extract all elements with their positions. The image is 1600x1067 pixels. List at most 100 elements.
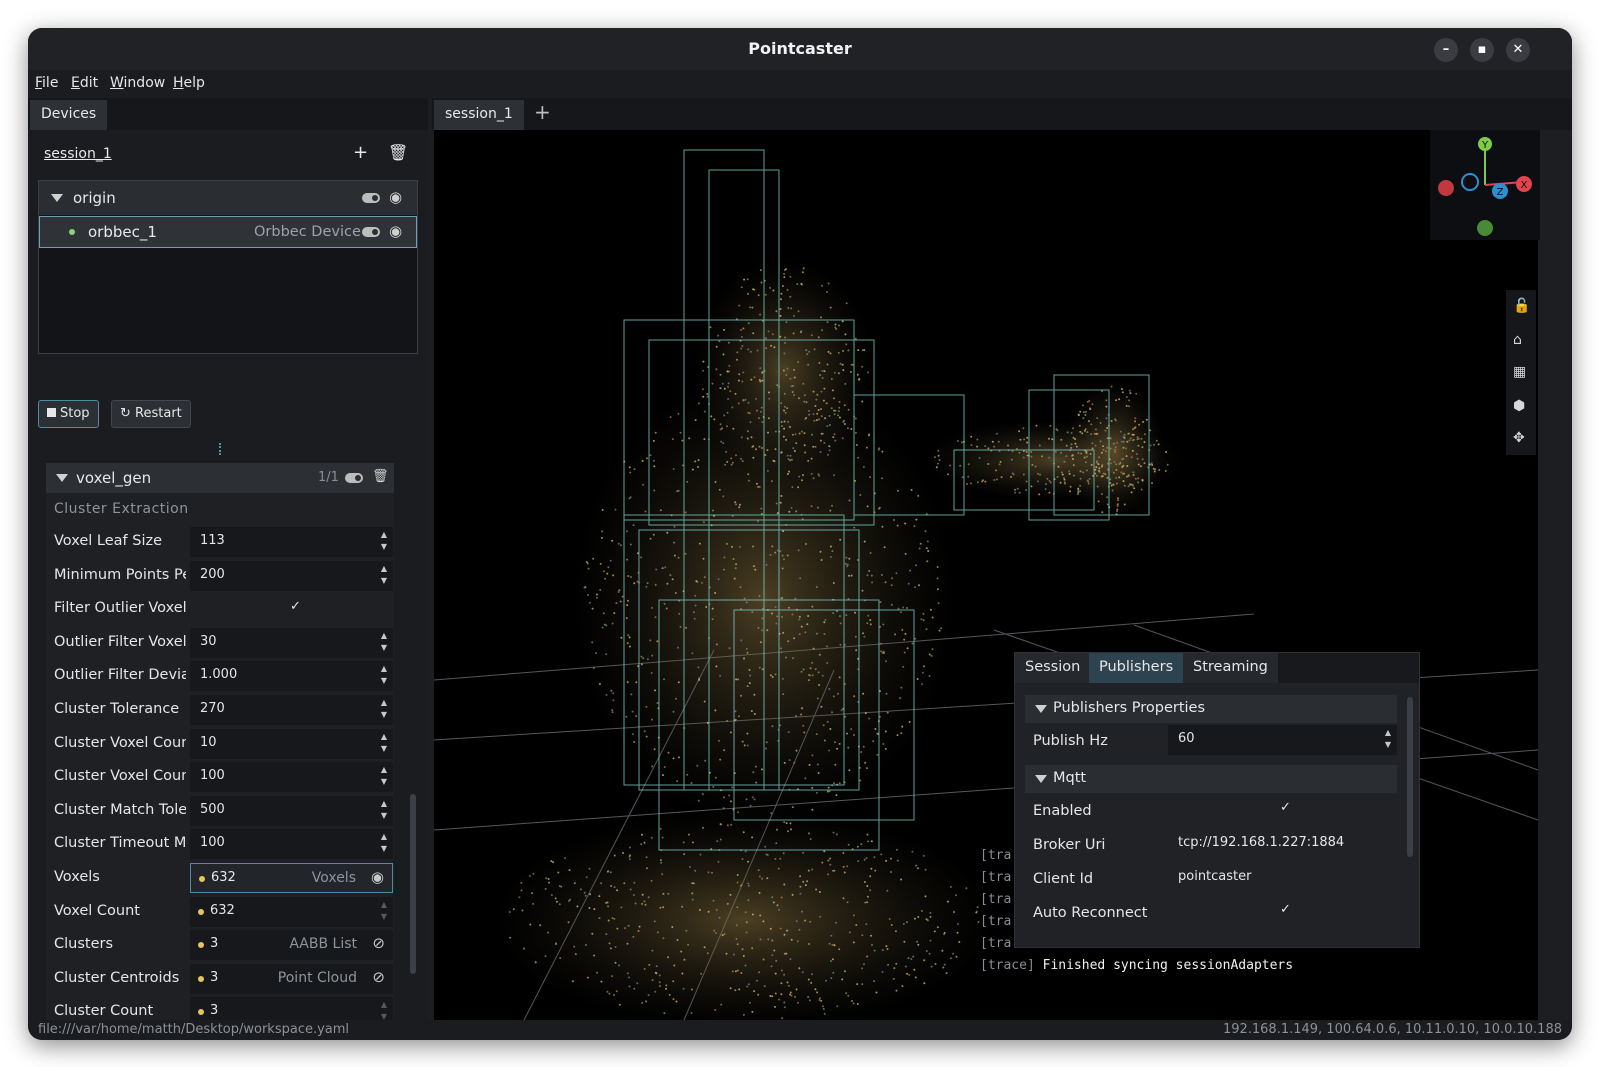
property-field[interactable]: 100 ▲ ▼ xyxy=(190,762,393,793)
operator-trash-icon[interactable]: 🗑 xyxy=(372,469,389,484)
operator-count: 1/1 xyxy=(318,470,339,485)
property-field[interactable]: 100 ▲ ▼ xyxy=(190,829,393,860)
device-toggle-icon[interactable] xyxy=(362,227,380,237)
expand-arrow-icon[interactable] xyxy=(1035,775,1047,783)
property-field[interactable]: 3 Point Cloud ⊘ xyxy=(190,963,393,994)
trash-icon[interactable]: 🗑 xyxy=(388,143,408,162)
expand-arrow-icon[interactable] xyxy=(56,474,68,482)
tab-session-1[interactable]: session_1 xyxy=(434,100,524,130)
device-eye-icon[interactable]: ◉ xyxy=(389,222,402,240)
client-id-label: Client Id xyxy=(1033,871,1094,887)
stop-button[interactable]: Stop xyxy=(38,400,99,428)
spinner-icon[interactable]: ▲ ▼ xyxy=(381,764,387,788)
tab-streaming[interactable]: Streaming xyxy=(1183,653,1278,683)
move-icon[interactable]: ✥ xyxy=(1513,430,1525,446)
eye-icon[interactable]: ◉ xyxy=(371,868,384,886)
axis-neg-x-icon xyxy=(1438,180,1454,196)
devices-panel: Devices session_1 + 🗑 origin ◉ orbbec_1 … xyxy=(28,98,428,1023)
operator-toggle-icon[interactable] xyxy=(345,473,363,483)
eye-off-icon[interactable]: ⊘ xyxy=(372,968,385,986)
add-tab-icon[interactable]: + xyxy=(534,100,551,124)
tab-devices[interactable]: Devices xyxy=(30,100,108,130)
publishers-scrollbar[interactable] xyxy=(1407,697,1413,857)
spinner-icon[interactable]: ▲ ▼ xyxy=(381,899,387,923)
property-field[interactable]: 632 Voxels ◉ xyxy=(190,863,393,893)
property-value: 3 xyxy=(210,1003,219,1019)
property-value: 500 xyxy=(200,801,225,817)
session-name[interactable]: session_1 xyxy=(44,146,112,162)
property-field[interactable]: 200 ▲ ▼ xyxy=(190,560,393,591)
property-value: 100 xyxy=(200,768,225,784)
restart-icon: ↻ xyxy=(120,406,136,421)
property-label: Voxel Leaf Size xyxy=(54,533,163,549)
tree-row-orbbec[interactable]: orbbec_1 Orbbec Device ◉ xyxy=(39,216,417,248)
property-field[interactable]: ✓ xyxy=(190,594,393,624)
maximize-button[interactable]: ▪ xyxy=(1470,38,1494,62)
output-type: Voxels xyxy=(311,870,356,886)
spinner-icon[interactable]: ▲ ▼ xyxy=(381,731,387,755)
spinner-icon[interactable]: ▲ ▼ xyxy=(381,697,387,721)
property-field[interactable]: 30 ▲ ▼ xyxy=(190,627,393,658)
axis-gizmo[interactable]: Y X Z xyxy=(1430,130,1540,240)
svg-text:X: X xyxy=(1521,180,1528,191)
add-icon[interactable]: + xyxy=(353,142,368,163)
property-field[interactable]: 113 ▲ ▼ xyxy=(190,527,393,557)
operator-scrollbar[interactable] xyxy=(410,794,416,974)
property-label: Minimum Points Pe xyxy=(54,566,186,583)
publish-hz-label: Publish Hz xyxy=(1033,733,1108,749)
minimize-button[interactable]: – xyxy=(1434,38,1458,62)
menu-edit[interactable]: Edit xyxy=(71,75,98,91)
property-field[interactable]: 1.000 ▲ ▼ xyxy=(190,661,393,692)
origin-eye-icon[interactable]: ◉ xyxy=(389,188,402,206)
client-id-input[interactable]: pointcaster xyxy=(1168,863,1397,893)
spinner-icon[interactable]: ▲ ▼ xyxy=(381,831,387,855)
property-value: 632 xyxy=(211,870,236,885)
expand-arrow-icon[interactable] xyxy=(51,194,63,202)
broker-uri-input[interactable]: tcp://192.168.1.227:1884 xyxy=(1168,829,1397,859)
enabled-label: Enabled xyxy=(1033,803,1092,819)
tree-row-origin[interactable]: origin ◉ xyxy=(39,181,417,215)
drag-handle-icon[interactable] xyxy=(219,443,221,455)
section-publishers-properties[interactable]: Publishers Properties xyxy=(1025,695,1397,723)
property-field[interactable]: 270 ▲ ▼ xyxy=(190,695,393,725)
origin-toggle-icon[interactable] xyxy=(362,193,380,203)
lock-icon[interactable]: 🔓 xyxy=(1513,298,1530,314)
log-line: [tra xyxy=(980,870,1012,885)
menu-help[interactable]: Help xyxy=(173,75,205,91)
property-field[interactable]: 632 ▲ ▼ xyxy=(190,896,393,927)
device-name: orbbec_1 xyxy=(88,223,157,241)
operator-header[interactable]: voxel_gen 1/1 🗑 xyxy=(46,463,394,493)
property-label: Cluster Count xyxy=(54,1003,154,1020)
output-dot xyxy=(198,908,204,915)
tab-publishers[interactable]: Publishers xyxy=(1089,653,1184,683)
publish-hz-input[interactable]: 60 ▲ ▼ xyxy=(1168,725,1397,755)
section-mqtt[interactable]: Mqtt xyxy=(1025,765,1397,793)
property-field[interactable]: 500 ▲ ▼ xyxy=(190,795,393,826)
window-title: Pointcaster xyxy=(748,39,852,58)
spinner-icon[interactable]: ▲ ▼ xyxy=(1385,727,1391,751)
restart-button[interactable]: ↻ Restart xyxy=(111,400,191,428)
spinner-icon[interactable]: ▲ ▼ xyxy=(381,529,387,553)
menu-window[interactable]: Window xyxy=(110,75,165,91)
devices-tabstrip: Devices xyxy=(28,98,428,130)
close-button[interactable]: ✕ xyxy=(1506,38,1530,62)
eye-off-icon[interactable]: ⊘ xyxy=(372,934,385,952)
property-field[interactable]: 3 AABB List ⊘ xyxy=(190,930,393,961)
cube-icon[interactable]: ⬢ xyxy=(1513,398,1525,414)
spinner-icon[interactable]: ▲ ▼ xyxy=(381,798,387,822)
menu-file[interactable]: File xyxy=(35,75,58,91)
spinner-icon[interactable]: ▲ ▼ xyxy=(381,630,387,654)
auto-reconnect-checkbox[interactable]: ✓ xyxy=(1168,897,1397,927)
expand-arrow-icon[interactable] xyxy=(1035,705,1047,713)
grid-icon[interactable]: ▦ xyxy=(1513,364,1526,380)
property-field[interactable]: 10 ▲ ▼ xyxy=(190,728,393,759)
enabled-checkbox[interactable]: ✓ xyxy=(1168,795,1397,825)
tab-session[interactable]: Session xyxy=(1015,653,1091,683)
spinner-icon[interactable]: ▲ ▼ xyxy=(381,563,387,587)
property-value: 113 xyxy=(200,533,225,548)
group-label: Cluster Extraction xyxy=(54,501,189,517)
device-status-dot xyxy=(69,229,75,235)
property-value: 1.000 xyxy=(200,667,238,683)
home-icon[interactable]: ⌂ xyxy=(1513,332,1522,348)
spinner-icon[interactable]: ▲ ▼ xyxy=(381,663,387,687)
